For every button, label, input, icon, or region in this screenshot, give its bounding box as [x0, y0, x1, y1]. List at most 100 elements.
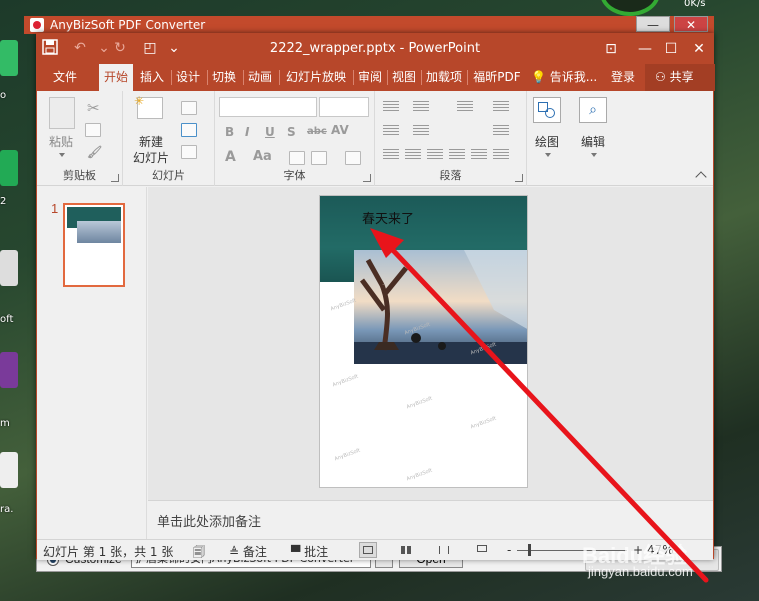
align-center-icon[interactable]	[405, 149, 421, 161]
maximize-button[interactable]: ☐	[659, 38, 683, 60]
drawing-dropdown-icon[interactable]	[545, 153, 551, 157]
background-minimize-button[interactable]: —	[636, 16, 670, 32]
copy-icon[interactable]	[85, 123, 101, 137]
tab-home[interactable]: 开始	[99, 64, 133, 91]
section-icon[interactable]	[181, 145, 197, 159]
editing-label[interactable]: 编辑	[573, 133, 613, 150]
bullets-icon[interactable]	[383, 101, 399, 113]
minimize-button[interactable]: —	[633, 38, 657, 60]
cut-icon[interactable]: ✂	[87, 99, 100, 117]
slide-count: 幻灯片 第 1 张，共 1 张	[43, 545, 174, 559]
slide-thumbnail[interactable]	[63, 203, 125, 287]
decrease-font-icon[interactable]	[311, 151, 327, 165]
desktop-app-icon[interactable]	[0, 352, 18, 388]
strikethrough-icon[interactable]: abc	[307, 126, 327, 137]
slide-sorter-button[interactable]	[397, 542, 415, 558]
italic-icon[interactable]: I	[245, 125, 249, 139]
comments-toggle[interactable]: ▀ 批注	[291, 543, 328, 560]
clipboard-launcher-icon[interactable]	[111, 174, 119, 182]
reading-view-button[interactable]	[435, 542, 453, 558]
tab-review[interactable]: 审阅	[355, 64, 385, 91]
redo-icon[interactable]: ↻	[111, 39, 129, 57]
new-slide-icon[interactable]: ✳	[134, 94, 163, 119]
underline-icon[interactable]: U	[265, 125, 275, 139]
tab-slideshow[interactable]: 幻灯片放映	[281, 64, 351, 91]
sign-in-link[interactable]: 登录	[611, 64, 635, 91]
numbering-icon[interactable]	[413, 101, 429, 113]
editing-group[interactable]: ⌕ 编辑	[573, 91, 617, 186]
notes-toggle[interactable]: ≜ 备注	[229, 543, 267, 560]
justify-icon[interactable]	[449, 149, 465, 161]
tab-design[interactable]: 设计	[173, 64, 203, 91]
font-size-box[interactable]	[319, 97, 369, 117]
background-app-titlebar[interactable]: AnyBizSoft PDF Converter — ✕	[24, 16, 714, 34]
increase-font-icon[interactable]	[289, 151, 305, 165]
desktop-app-icon[interactable]	[0, 40, 18, 76]
drawing-group[interactable]: 绘图	[527, 91, 571, 186]
clear-formatting-icon[interactable]	[345, 151, 361, 165]
zoom-slider-handle[interactable]	[528, 544, 531, 556]
drawing-label[interactable]: 绘图	[527, 133, 567, 150]
shapes-icon[interactable]	[533, 97, 561, 123]
line-spacing-icon[interactable]	[457, 101, 473, 113]
desktop-icon-label: ra.	[0, 504, 14, 515]
font-launcher-icon[interactable]	[363, 174, 371, 182]
reset-slide-icon[interactable]	[181, 123, 197, 137]
text-direction-icon[interactable]	[493, 101, 509, 113]
font-color-icon[interactable]: A	[225, 149, 236, 165]
character-spacing-icon[interactable]: AV	[331, 123, 349, 137]
tab-view[interactable]: 视图	[389, 64, 419, 91]
new-slide-label-1[interactable]: 新建	[129, 133, 173, 150]
notes-placeholder[interactable]: 单击此处添加备注	[157, 511, 261, 530]
tab-transitions[interactable]: 切换	[209, 64, 239, 91]
align-left-icon[interactable]	[383, 149, 399, 161]
notes-pane[interactable]: 单击此处添加备注	[148, 500, 713, 539]
tab-addins[interactable]: 加载项	[423, 64, 465, 91]
layout-icon[interactable]	[181, 101, 197, 115]
editing-dropdown-icon[interactable]	[591, 153, 597, 157]
slide-title[interactable]: 春天来了	[362, 208, 414, 227]
smartart-icon[interactable]	[493, 149, 509, 161]
desktop-app-icon[interactable]	[0, 150, 18, 186]
zoom-out-button[interactable]: -	[507, 543, 511, 557]
title-bar[interactable]: ↶ ⌄ ↻ ◰ ⌄ 2222_wrapper.pptx - PowerPoint…	[37, 34, 713, 64]
paste-dropdown-icon[interactable]	[59, 153, 65, 157]
desktop-icon-label: m	[0, 418, 10, 429]
desktop-app-icon[interactable]	[0, 250, 18, 286]
align-text-icon[interactable]	[493, 125, 509, 137]
shadow-icon[interactable]: S	[287, 125, 296, 139]
find-icon[interactable]: ⌕	[579, 97, 607, 123]
tell-me-search[interactable]: 💡 告诉我...	[531, 64, 597, 91]
collapse-ribbon-icon[interactable]	[695, 171, 707, 183]
slide-picture[interactable]	[354, 250, 527, 364]
tab-foxit-pdf[interactable]: 福昕PDF	[469, 64, 525, 91]
format-painter-icon[interactable]: 🖌	[87, 145, 102, 159]
font-name-box[interactable]	[219, 97, 317, 117]
customize-quick-access-icon[interactable]: ⌄	[165, 39, 183, 57]
bold-icon[interactable]: B	[225, 125, 234, 139]
share-button[interactable]: ⚇ 共享	[645, 64, 715, 91]
change-case-icon[interactable]: Aa	[253, 149, 272, 164]
paste-icon[interactable]	[49, 97, 75, 129]
paste-label[interactable]: 粘贴	[43, 133, 79, 150]
present-from-start-icon[interactable]: ◰	[141, 39, 159, 57]
background-close-button[interactable]: ✕	[674, 16, 708, 32]
undo-icon[interactable]: ↶	[71, 39, 89, 57]
new-slide-label-2[interactable]: 幻灯片	[127, 149, 175, 166]
increase-indent-icon[interactable]	[413, 125, 429, 137]
tab-animations[interactable]: 动画	[245, 64, 275, 91]
ribbon-display-options-icon[interactable]: ⊡	[599, 38, 623, 60]
slide-canvas[interactable]: 春天来了 AnyBizSoft AnyBizSoft AnyBizSoft An…	[319, 195, 528, 488]
align-right-icon[interactable]	[427, 149, 443, 161]
normal-view-button[interactable]	[359, 542, 377, 558]
columns-icon[interactable]	[471, 149, 487, 161]
desktop-app-icon[interactable]	[0, 452, 18, 488]
decrease-indent-icon[interactable]	[383, 125, 399, 137]
slideshow-button[interactable]	[473, 542, 491, 558]
tab-insert[interactable]: 插入	[137, 64, 167, 91]
tab-file[interactable]: 文件	[45, 64, 85, 91]
close-button[interactable]: ✕	[687, 38, 711, 60]
paragraph-launcher-icon[interactable]	[515, 174, 523, 182]
save-icon[interactable]	[41, 39, 59, 57]
spell-check-icon[interactable]: 🗐	[193, 543, 205, 564]
